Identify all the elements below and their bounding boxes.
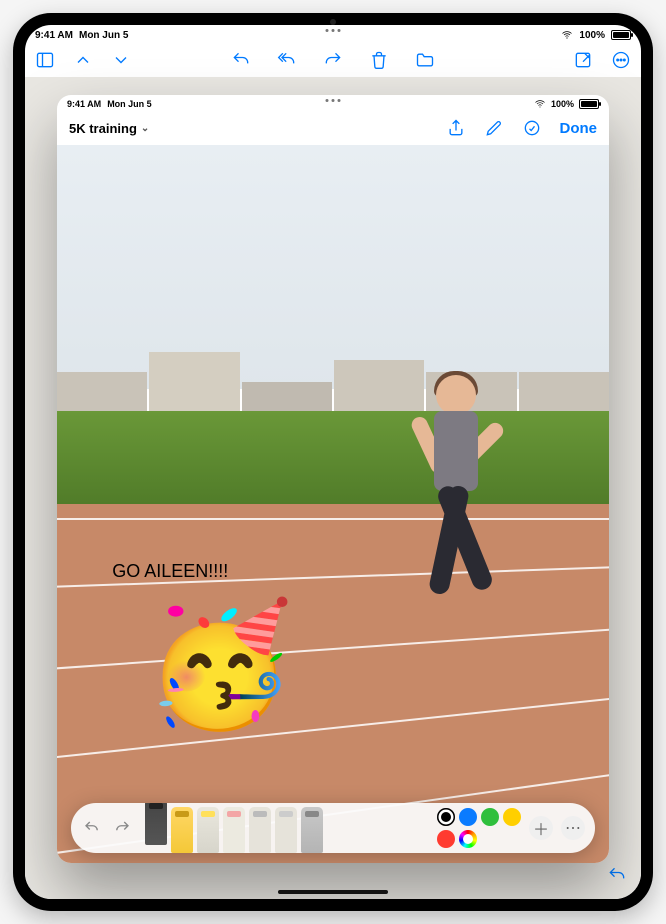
- marker-tool[interactable]: [171, 807, 193, 853]
- done-button[interactable]: Done: [560, 120, 598, 137]
- markup-sheet: 9:41 AM Mon Jun 5 100% 5K training ⌄: [57, 95, 609, 863]
- color-swatches: [437, 808, 521, 848]
- highlighter-tool[interactable]: [197, 807, 219, 853]
- photo-canvas[interactable]: GO AILEEN!!!! 🥳: [57, 145, 609, 863]
- markup-toggle-icon[interactable]: [484, 118, 504, 138]
- status-time: 9:41 AM: [35, 30, 73, 41]
- tool-tray: [141, 803, 429, 853]
- sheet-battery-icon: [579, 99, 599, 109]
- shelf-redo-icon[interactable]: [111, 817, 133, 839]
- ruler-tool[interactable]: [275, 807, 297, 853]
- sheet-wifi-icon: [534, 98, 546, 110]
- share-icon[interactable]: [446, 118, 466, 138]
- swatch-red[interactable]: [437, 830, 455, 848]
- document-title-button[interactable]: 5K training ⌄: [69, 121, 149, 136]
- markup-tool-shelf: ＋ ⋯: [71, 803, 595, 853]
- document-title-label: 5K training: [69, 121, 137, 136]
- trash-icon[interactable]: [369, 50, 389, 70]
- chevron-down-icon[interactable]: [111, 50, 131, 70]
- sheet-time: 9:41 AM: [67, 99, 101, 109]
- more-icon[interactable]: [611, 50, 631, 70]
- eraser-tool[interactable]: [223, 807, 245, 853]
- shelf-more-icon[interactable]: ⋯: [561, 816, 585, 840]
- sheet-status-bar: 9:41 AM Mon Jun 5 100%: [57, 95, 609, 111]
- shelf-undo-icon[interactable]: [81, 817, 103, 839]
- outer-toolbar: [25, 43, 641, 77]
- emoji-sticker[interactable]: 🥳: [145, 605, 294, 725]
- compose-icon[interactable]: [573, 50, 593, 70]
- sheet-toolbar: 5K training ⌄ Done: [57, 111, 609, 145]
- color-picker-icon[interactable]: [459, 830, 477, 848]
- swatch-yellow[interactable]: [503, 808, 521, 826]
- chevron-up-icon[interactable]: [73, 50, 93, 70]
- multitask-dots-icon[interactable]: [326, 29, 341, 32]
- undo-icon[interactable]: [231, 50, 251, 70]
- runner-figure: [391, 375, 521, 675]
- text-annotation[interactable]: GO AILEEN!!!!: [112, 561, 228, 582]
- reply-icon[interactable]: [607, 865, 627, 885]
- battery-icon: [611, 30, 631, 40]
- lasso-tool[interactable]: [249, 807, 271, 853]
- pencil-tool[interactable]: [301, 807, 323, 853]
- sheet-date: Mon Jun 5: [107, 99, 152, 109]
- battery-pct: 100%: [579, 30, 605, 41]
- outer-status-bar: 9:41 AM Mon Jun 5 100%: [25, 25, 641, 43]
- home-indicator[interactable]: [278, 890, 388, 894]
- wifi-icon: [561, 29, 573, 41]
- pen-tool[interactable]: [145, 803, 167, 845]
- status-date: Mon Jun 5: [79, 30, 128, 41]
- chevron-down-icon: ⌄: [141, 123, 149, 134]
- reply-all-icon[interactable]: [277, 50, 297, 70]
- forward-icon[interactable]: [323, 50, 343, 70]
- add-button[interactable]: ＋: [529, 816, 553, 840]
- folder-icon[interactable]: [415, 50, 435, 70]
- sidebar-icon[interactable]: [35, 50, 55, 70]
- autoshape-icon[interactable]: [522, 118, 542, 138]
- sheet-battery-pct: 100%: [551, 99, 574, 109]
- swatch-black[interactable]: [437, 808, 455, 826]
- swatch-green[interactable]: [481, 808, 499, 826]
- sheet-multitask-dots-icon[interactable]: [326, 99, 341, 102]
- swatch-blue[interactable]: [459, 808, 477, 826]
